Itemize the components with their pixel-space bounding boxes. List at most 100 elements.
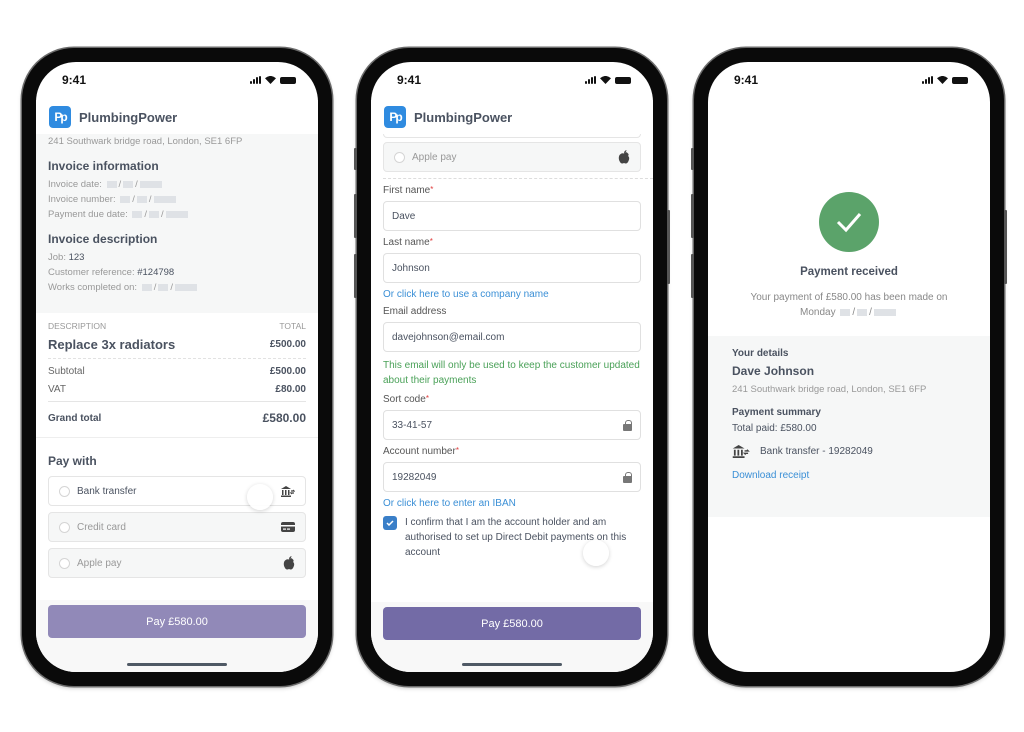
volume-down-button xyxy=(354,254,357,298)
brand-name: PlumbingPower xyxy=(79,109,178,125)
apple-icon xyxy=(283,556,295,570)
pay-footer: Pay £580.00 xyxy=(371,602,653,672)
bank-form-content: Apple pay First name* Dave Last name* Jo… xyxy=(371,134,653,560)
invoice-number-label: Invoice number: xyxy=(48,194,116,205)
status-bar: 9:41 xyxy=(371,62,653,98)
status-time: 9:41 xyxy=(734,73,759,87)
silent-switch xyxy=(691,148,694,170)
app-header: Pp PlumbingPower xyxy=(371,100,653,134)
pay-button[interactable]: Pay £580.00 xyxy=(383,607,641,640)
battery-icon xyxy=(952,76,968,84)
volume-down-button xyxy=(691,254,694,298)
first-name-label: First name* xyxy=(383,185,434,196)
first-name-input[interactable]: Dave xyxy=(383,201,641,231)
last-name-value: Johnson xyxy=(392,262,430,274)
option-apple-pay[interactable]: Apple pay xyxy=(48,548,306,578)
bank-transfer-icon xyxy=(281,485,295,497)
credit-card-icon xyxy=(281,522,295,532)
download-receipt-link[interactable]: Download receipt xyxy=(732,470,966,481)
col-total: TOTAL xyxy=(279,321,306,331)
invoice-date-label: Invoice date: xyxy=(48,179,102,190)
sort-code-label: Sort code* xyxy=(383,394,429,405)
email-input[interactable]: davejohnson@email.com xyxy=(383,322,641,352)
touch-indicator xyxy=(247,484,273,510)
radio-apple-pay[interactable] xyxy=(59,557,70,569)
last-name-input[interactable]: Johnson xyxy=(383,253,641,283)
wifi-icon xyxy=(265,76,276,84)
phone-success: 9:41 Payment received Your payment of £5… xyxy=(691,48,1007,686)
apple-icon xyxy=(618,150,630,164)
success-screen: 9:41 Payment received Your payment of £5… xyxy=(708,62,990,672)
volume-up-button xyxy=(354,194,357,238)
customer-address: 241 Southwark bridge road, London, SE1 6… xyxy=(732,384,927,395)
divider xyxy=(383,178,653,179)
company-name-link[interactable]: Or click here to use a company name xyxy=(383,289,641,300)
option-apple-pay[interactable]: Apple pay xyxy=(383,142,641,172)
first-name-value: Dave xyxy=(392,210,416,222)
radio-credit-card[interactable] xyxy=(59,521,70,533)
total-paid: Total paid: £580.00 xyxy=(732,423,817,434)
power-button xyxy=(1004,210,1007,284)
invoice-number: Invoice number: / / xyxy=(48,192,306,207)
subtotal-row: Subtotal £500.00 xyxy=(48,366,306,377)
invoice-info-heading: Invoice information xyxy=(48,159,159,173)
brand-logo: Pp xyxy=(49,106,71,128)
power-button xyxy=(667,210,670,284)
success-title: Payment received xyxy=(800,266,898,278)
radio-apple-pay[interactable] xyxy=(394,151,405,163)
wifi-icon xyxy=(600,76,611,84)
signal-icon xyxy=(250,76,261,84)
account-number-input[interactable]: 19282049 xyxy=(383,462,641,492)
home-indicator xyxy=(462,663,562,666)
invoice-content: 241 Southwark bridge road, London, SE1 6… xyxy=(36,134,318,584)
invoice-description-heading: Invoice description xyxy=(48,232,158,246)
table-row: Replace 3x radiators £500.00 xyxy=(48,337,306,359)
volume-up-button xyxy=(691,194,694,238)
company-address: 241 Southwark bridge road, London, SE1 6… xyxy=(48,136,243,147)
works-completed: Works completed on: / / xyxy=(48,280,306,295)
pay-with-heading: Pay with xyxy=(48,454,97,468)
success-message-section: Payment received Your payment of £580.00… xyxy=(708,192,990,320)
iban-link[interactable]: Or click here to enter an IBAN xyxy=(383,498,641,509)
customer-reference: Customer reference: #124798 xyxy=(48,265,306,280)
job: Job: 123 xyxy=(48,250,306,265)
grand-total-row: Grand total £580.00 xyxy=(48,411,306,425)
payment-method-row: Bank transfer - 19282049 xyxy=(732,445,966,458)
status-time: 9:41 xyxy=(62,73,87,87)
brand-logo: Pp xyxy=(384,106,406,128)
wifi-icon xyxy=(937,76,948,84)
radio-bank-transfer[interactable] xyxy=(59,485,70,497)
job-label: Job: xyxy=(48,252,66,263)
line-item-description: Replace 3x radiators xyxy=(48,337,176,352)
customer-ref-value: #124798 xyxy=(137,267,175,278)
confirm-checkbox[interactable] xyxy=(383,516,397,530)
option-label: Credit card xyxy=(77,521,126,533)
sort-code-input[interactable]: 33-41-57 xyxy=(383,410,641,440)
option-label: Apple pay xyxy=(412,151,457,163)
customer-ref-label: Customer reference: xyxy=(48,267,135,278)
email-label: Email address xyxy=(383,306,447,317)
option-credit-card[interactable]: Credit card xyxy=(48,512,306,542)
last-name-label: Last name* xyxy=(383,237,433,248)
home-indicator xyxy=(127,663,227,666)
status-time: 9:41 xyxy=(397,73,422,87)
silent-switch xyxy=(354,148,357,170)
line-item-total: £500.00 xyxy=(269,339,306,350)
job-value: 123 xyxy=(68,252,85,263)
lock-icon xyxy=(623,419,632,431)
details-panel: Your details Dave Johnson 241 Southwark … xyxy=(708,336,990,517)
lock-icon xyxy=(623,471,632,483)
payment-summary-heading: Payment summary xyxy=(732,407,821,418)
success-message: Your payment of £580.00 has been made on… xyxy=(750,292,948,318)
table-header: DESCRIPTION TOTAL xyxy=(48,321,306,331)
pay-button[interactable]: Pay £580.00 xyxy=(48,605,306,638)
phone-invoice: 9:41 Pp PlumbingPower 241 Southwark brid… xyxy=(22,48,332,686)
sort-code-value: 33-41-57 xyxy=(392,419,433,431)
subtotal-label: Subtotal xyxy=(48,366,85,377)
status-bar: 9:41 xyxy=(36,62,318,98)
email-hint: This email will only be used to keep the… xyxy=(383,360,640,386)
battery-icon xyxy=(280,76,296,84)
brand-name: PlumbingPower xyxy=(414,109,513,125)
col-description: DESCRIPTION xyxy=(48,321,107,331)
option-label: Apple pay xyxy=(77,557,122,569)
